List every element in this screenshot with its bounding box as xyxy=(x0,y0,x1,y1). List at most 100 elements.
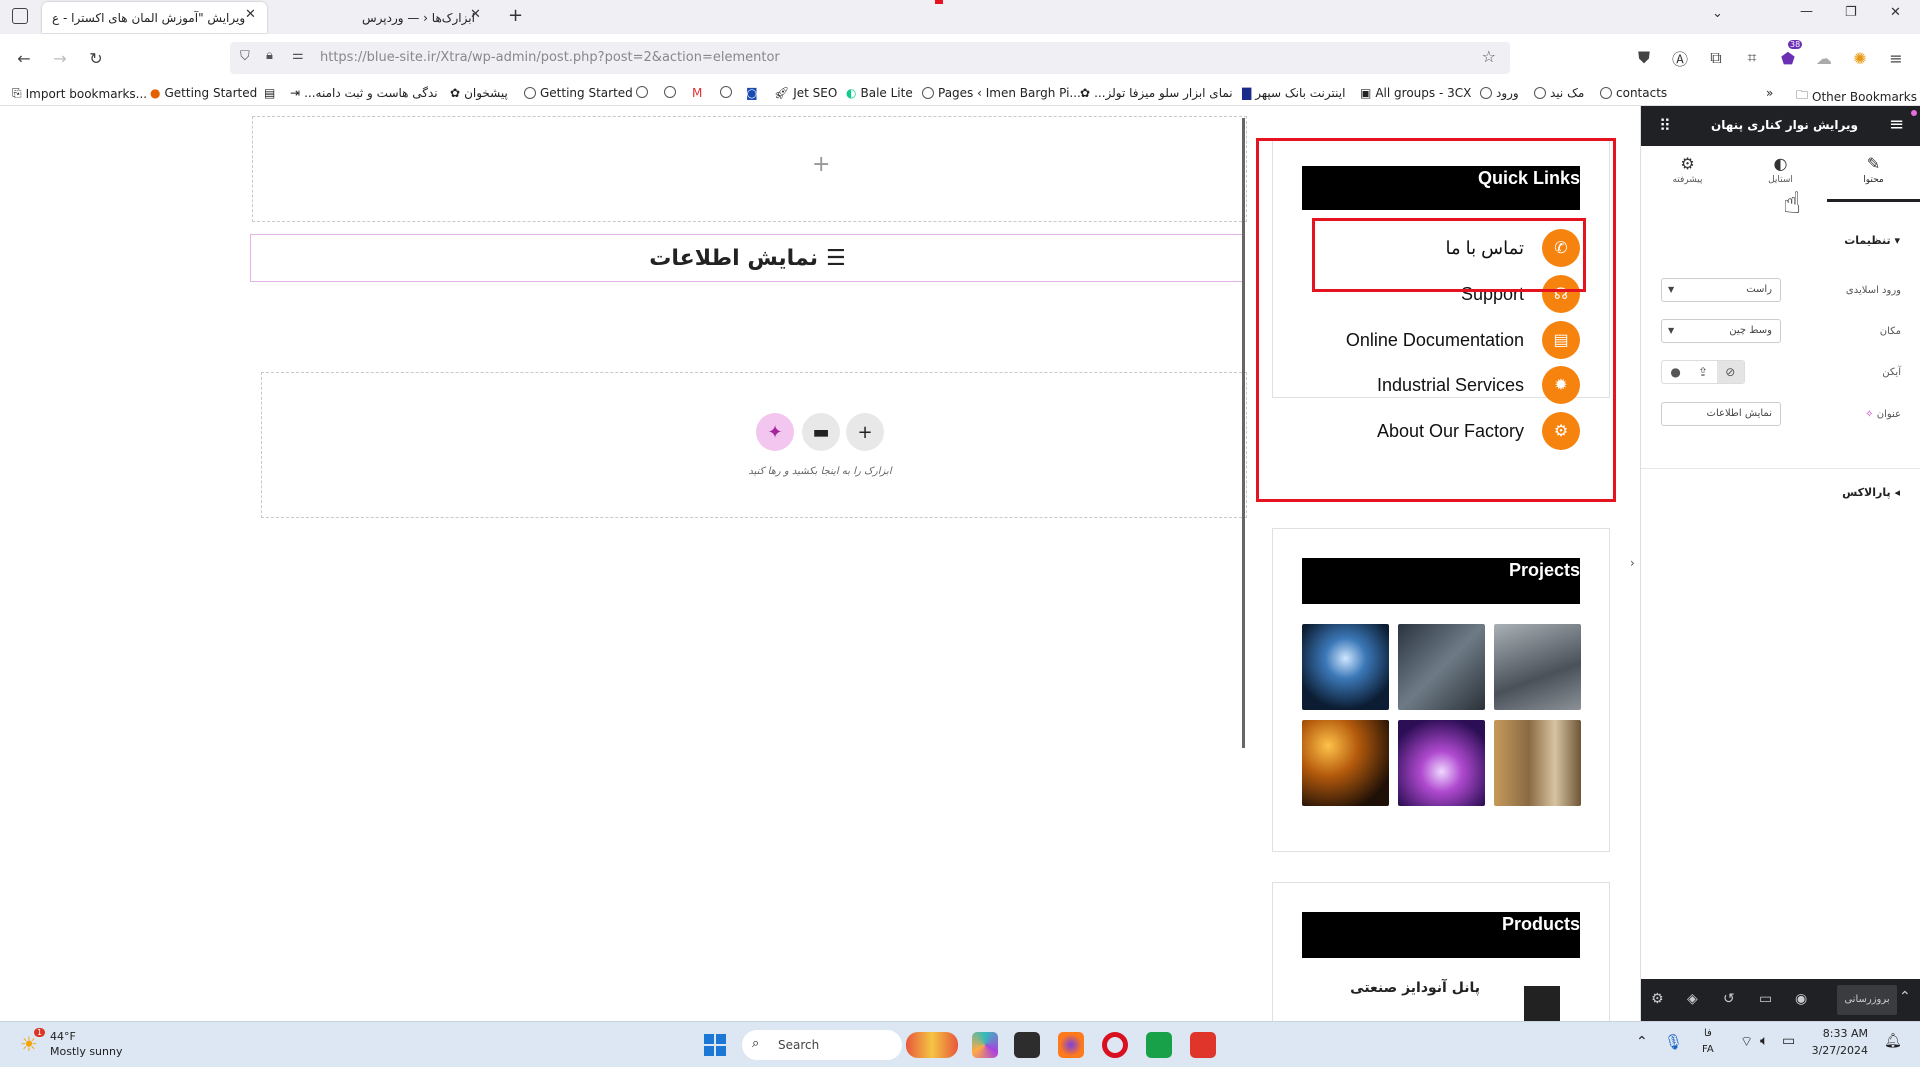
tab-advanced[interactable]: ⚙ پیشرفته xyxy=(1641,154,1734,202)
tab-list-icon[interactable] xyxy=(12,8,28,24)
reload-icon[interactable]: ↻ xyxy=(84,46,108,70)
title-input[interactable]: نمایش اطلاعات xyxy=(1661,402,1781,426)
project-image-welding[interactable] xyxy=(1302,624,1389,710)
layers-icon[interactable]: ◈ xyxy=(1687,991,1698,1007)
url-text[interactable]: https://blue-site.ir/Xtra/wp-admin/post.… xyxy=(320,50,780,65)
start-button[interactable] xyxy=(704,1034,726,1056)
back-icon[interactable]: ← xyxy=(12,46,36,70)
ai-button[interactable]: ✦ xyxy=(756,413,794,451)
section-parallax[interactable]: پارالاکس ◂ xyxy=(1842,486,1900,499)
close-icon[interactable]: ✕ xyxy=(470,7,481,22)
pocket-icon[interactable]: ⛊ xyxy=(1632,46,1656,70)
bookmark-gmail[interactable]: M xyxy=(692,86,702,100)
product-name[interactable]: پانل آنودایز صنعتی xyxy=(1330,980,1480,996)
close-icon[interactable]: ✕ xyxy=(245,7,256,22)
project-image-machinist[interactable] xyxy=(1398,624,1485,710)
panel-menu-icon[interactable]: ≡ xyxy=(1889,114,1904,135)
clock-time[interactable]: 8:33 AM xyxy=(1808,1027,1868,1040)
account-icon[interactable]: Ⓐ xyxy=(1668,46,1692,70)
bookmark-tools[interactable]: ✿ ...نمای ابزار سلو میزفا تولز xyxy=(1080,86,1233,100)
position-select[interactable]: ▼ وسط چین xyxy=(1661,319,1781,343)
widgets-grid-icon[interactable]: ⠿ xyxy=(1659,116,1671,135)
bookmark-globe[interactable] xyxy=(636,86,648,98)
extension-shield-icon[interactable]: ⬟ 38 xyxy=(1776,40,1803,70)
bookmark-login[interactable]: ورود xyxy=(1480,86,1519,100)
collapse-chevron-icon[interactable]: › xyxy=(1630,556,1635,570)
bookmark-ext[interactable]: ◙ xyxy=(746,86,758,100)
bookmark-getting-started-2[interactable]: Getting Started xyxy=(524,86,633,100)
new-tab-icon[interactable]: + xyxy=(508,5,523,26)
bookmark-bale-lite[interactable]: ◐ Bale Lite xyxy=(846,86,913,100)
cloud-icon[interactable]: ☁ xyxy=(1812,46,1836,70)
wifi-icon[interactable]: ⌔ xyxy=(1740,1033,1753,1051)
history-icon[interactable]: ↺ xyxy=(1723,991,1735,1007)
taskbar-search[interactable]: ⌕ Search xyxy=(742,1030,902,1060)
clock-date[interactable]: 3/27/2024 xyxy=(1800,1044,1868,1057)
entry-select[interactable]: ▼ راست xyxy=(1661,278,1781,302)
lock-icon[interactable]: 🔒︎ xyxy=(266,48,273,63)
drop-zone[interactable] xyxy=(261,372,1247,518)
battery-icon[interactable]: ▭ xyxy=(1782,1033,1795,1049)
bookmark-dashboard[interactable]: ✿ پیشخوان xyxy=(450,86,508,100)
bookmark-getting-started[interactable]: ● Getting Started xyxy=(150,86,257,100)
icon-choice-dot[interactable]: ● xyxy=(1662,361,1689,383)
bookmarks-overflow-icon[interactable]: » xyxy=(1766,86,1773,100)
minimize-icon[interactable]: — xyxy=(1800,4,1813,19)
bookmark-globe-2[interactable] xyxy=(664,86,676,98)
permissions-icon[interactable]: ⚌ xyxy=(292,48,304,63)
gear-extension-icon[interactable]: ✺ xyxy=(1848,46,1872,70)
section-settings[interactable]: تنظیمات ▾ xyxy=(1844,234,1900,247)
sidebar-scrollbar[interactable] xyxy=(1242,118,1245,748)
green-app-icon[interactable] xyxy=(1146,1032,1172,1058)
upload-icon[interactable]: ⇪ xyxy=(1689,361,1716,383)
notification-bell-icon[interactable]: 🔔︎ xyxy=(1884,1033,1902,1049)
tab-active[interactable]: ویرایش "آموزش المان های اکسترا - ع xyxy=(42,2,267,33)
lang-top[interactable]: فا xyxy=(1704,1028,1712,1039)
crop-icon[interactable]: ⌗ xyxy=(1740,46,1764,70)
project-image-laser[interactable] xyxy=(1398,720,1485,806)
other-bookmarks[interactable]: 🗀 Other Bookmarks xyxy=(1796,86,1917,107)
menu-icon[interactable]: ≡ xyxy=(1884,46,1908,70)
bookmark-contacts[interactable]: contacts xyxy=(1600,86,1667,100)
update-button[interactable]: بروزرسانی xyxy=(1837,985,1897,1015)
product-thumbnail[interactable] xyxy=(1524,986,1560,1021)
shield-icon[interactable]: ⛉ xyxy=(240,49,250,64)
chevron-down-icon[interactable]: ⌄ xyxy=(1712,6,1723,21)
tray-overflow-icon[interactable]: ⌃ xyxy=(1636,1034,1648,1050)
project-image-pipes[interactable] xyxy=(1494,720,1581,806)
tab-content[interactable]: ✎ محتوا xyxy=(1827,154,1920,202)
file-explorer-icon[interactable] xyxy=(1014,1032,1040,1058)
quick-link-services[interactable]: Industrial Services ✹ xyxy=(1377,366,1580,404)
firefox-icon[interactable] xyxy=(1058,1032,1084,1058)
bookmark-maknid[interactable]: مک نید xyxy=(1534,86,1584,100)
bookmark-hosting[interactable]: ⇥ ...ندگی هاست و ثبت دامنه xyxy=(290,86,438,100)
empty-section-top[interactable] xyxy=(252,116,1247,222)
responsive-icon[interactable]: ▭ xyxy=(1759,991,1772,1007)
bookmark-calendar[interactable]: ▤ xyxy=(264,86,275,100)
bookmark-jet-seo[interactable]: 🚀︎ Jet SEO xyxy=(774,86,837,100)
opera-icon[interactable] xyxy=(1102,1032,1128,1058)
tab-widgets[interactable]: ابزارک‌ها ‹ — وردپرس xyxy=(352,2,482,33)
forward-icon[interactable]: → xyxy=(48,46,72,70)
copilot-icon[interactable] xyxy=(972,1032,998,1058)
microphone-icon[interactable]: 🎙︎ xyxy=(1664,1033,1683,1051)
project-image-foundry[interactable] xyxy=(1302,720,1389,806)
quick-link-docs[interactable]: Online Documentation ▤ xyxy=(1346,321,1580,359)
weather-widget[interactable]: ☀ 1 44°F Mostly sunny xyxy=(20,1028,140,1062)
tab-style[interactable]: ◐ استایل xyxy=(1734,154,1827,202)
search-highlight-image[interactable] xyxy=(906,1032,958,1058)
caret-up-icon[interactable]: ⌃ xyxy=(1899,989,1911,1005)
add-section-icon[interactable]: + xyxy=(812,152,830,177)
restore-icon[interactable]: ❐ xyxy=(1845,5,1857,20)
bookmark-star-icon[interactable]: ☆ xyxy=(1482,47,1496,66)
bookmark-pages[interactable]: Pages ‹ Imen Bargh Pi... xyxy=(922,86,1081,100)
bookmark-3cx[interactable]: ▣ All groups - 3CX xyxy=(1360,86,1471,100)
none-icon[interactable]: ⊘ xyxy=(1716,361,1744,383)
extensions-icon[interactable]: ⧉ xyxy=(1704,46,1728,70)
bookmark-sepehr[interactable]: ▇ اینترنت بانک سپهر xyxy=(1242,86,1345,100)
red-app-icon[interactable] xyxy=(1190,1032,1216,1058)
volume-icon[interactable]: 🔈︎ xyxy=(1760,1033,1768,1049)
add-widget-button[interactable]: + xyxy=(846,413,884,451)
window-close-icon[interactable]: ✕ xyxy=(1890,5,1901,20)
preview-eye-icon[interactable]: ◉ xyxy=(1795,991,1807,1007)
